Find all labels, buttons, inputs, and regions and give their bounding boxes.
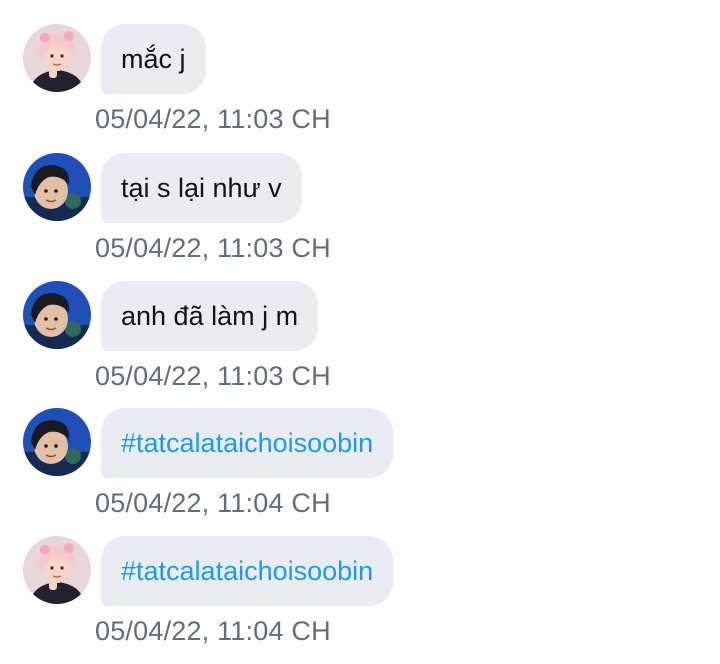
message-row: #tatcalataichoisoobin 05/04/22, 11:04 CH (0, 536, 720, 664)
avatar-dark-hair-icon[interactable] (23, 281, 91, 349)
message-bubble[interactable]: mắc j (101, 24, 206, 94)
message-timestamp: 05/04/22, 11:04 CH (95, 616, 331, 646)
message-timestamp: 05/04/22, 11:03 CH (95, 233, 331, 263)
message-row: tại s lại như v 05/04/22, 11:03 CH (0, 153, 720, 281)
message-bubble[interactable]: tại s lại như v (101, 153, 302, 223)
message-row: mắc j 05/04/22, 11:03 CH (0, 24, 720, 152)
avatar-dark-hair-icon[interactable] (23, 408, 91, 476)
message-bubble[interactable]: anh đã làm j m (101, 281, 319, 351)
avatar-dark-hair-icon[interactable] (23, 153, 91, 221)
message-row: #tatcalataichoisoobin 05/04/22, 11:04 CH (0, 408, 720, 536)
message-timestamp: 05/04/22, 11:03 CH (95, 361, 331, 391)
message-row: anh đã làm j m 05/04/22, 11:03 CH (0, 281, 720, 409)
avatar-pink-hair-icon[interactable] (23, 24, 91, 92)
avatar-pink-hair-icon[interactable] (23, 536, 91, 604)
hashtag-link[interactable]: #tatcalataichoisoobin (101, 536, 394, 606)
message-timestamp: 05/04/22, 11:03 CH (95, 104, 331, 134)
message-thread: mắc j 05/04/22, 11:03 CH tại s lại như v… (0, 0, 720, 651)
hashtag-link[interactable]: #tatcalataichoisoobin (101, 408, 394, 478)
message-timestamp: 05/04/22, 11:04 CH (95, 488, 331, 518)
